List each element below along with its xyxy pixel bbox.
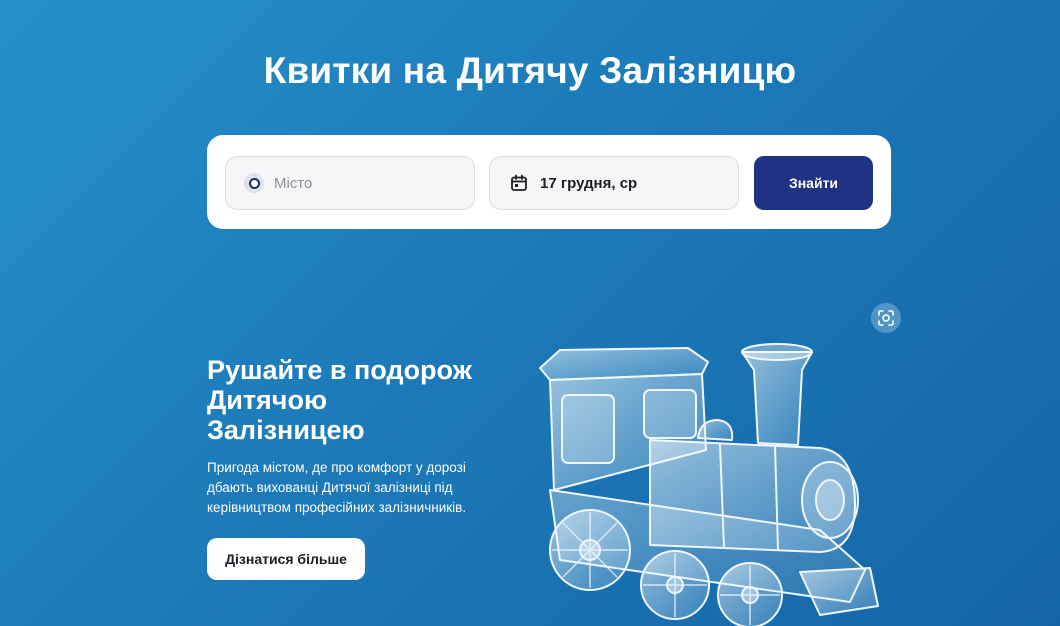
radio-circle-icon [244, 173, 264, 193]
scan-button[interactable] [871, 303, 901, 333]
city-input[interactable] [274, 174, 454, 192]
search-card: 17 грудня, ср Знайти [207, 135, 891, 229]
hero-heading-line: Залізницею [207, 415, 365, 445]
hero-description: Пригода містом, де про комфорт у дорозі … [207, 458, 507, 518]
hero-desc-line: дбають вихованці Дитячої залізниці під [207, 480, 453, 495]
learn-more-button[interactable]: Дізнатися більше [207, 538, 365, 580]
date-value: 17 грудня, ср [540, 174, 638, 192]
hero-heading-line: Рушайте в подорож [207, 355, 472, 385]
date-picker[interactable]: 17 грудня, ср [489, 156, 739, 210]
calendar-icon [511, 174, 527, 191]
city-field[interactable] [225, 156, 475, 210]
hero-heading: Рушайте в подорож Дитячою Залізницею [207, 355, 507, 445]
glass-train-illustration [539, 343, 879, 626]
hero-desc-line: Пригода містом, де про комфорт у дорозі [207, 460, 466, 475]
hero-heading-line: Дитячою [207, 385, 328, 415]
find-button[interactable]: Знайти [754, 156, 873, 210]
scan-focus-icon [878, 310, 894, 326]
hero-desc-line: керівництвом професійних залізничників. [207, 500, 467, 515]
page-title: Квитки на Дитячу Залізницю [263, 50, 797, 91]
